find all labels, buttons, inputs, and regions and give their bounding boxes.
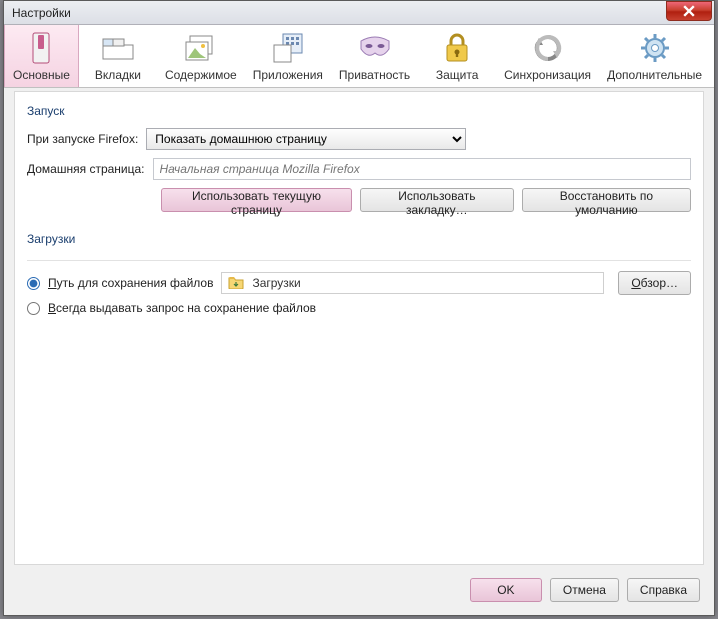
tab-content[interactable]: Содержимое — [157, 25, 245, 87]
gear-icon — [607, 31, 702, 65]
download-path-display: Загрузки — [221, 272, 604, 294]
title-bar: Настройки — [4, 1, 714, 25]
close-button[interactable] — [666, 1, 712, 21]
homepage-input[interactable] — [153, 158, 692, 180]
tab-label: Защита — [426, 65, 488, 82]
folder-icon — [228, 275, 244, 292]
tab-label: Дополнительные — [607, 65, 702, 82]
always-ask-radio[interactable] — [27, 302, 40, 315]
lock-icon — [426, 31, 488, 65]
tab-tabs[interactable]: Вкладки — [79, 25, 157, 87]
save-to-path-label: Путь для сохранения файлов — [48, 276, 213, 290]
use-current-page-button[interactable]: Использовать текущую страницу — [161, 188, 352, 212]
tab-label: Синхронизация — [504, 65, 591, 82]
tab-label: Основные — [13, 65, 70, 82]
applications-icon — [253, 31, 323, 65]
restore-default-button[interactable]: Восстановить по умолчанию — [522, 188, 691, 212]
tabs-icon — [87, 31, 149, 65]
tab-label: Вкладки — [87, 65, 149, 82]
divider — [27, 260, 691, 261]
mask-icon — [339, 31, 410, 65]
always-ask-label: Всегда выдавать запрос на сохранение фай… — [48, 301, 316, 315]
tab-label: Приватность — [339, 65, 410, 82]
tab-advanced[interactable]: Дополнительные — [599, 25, 710, 87]
tab-sync[interactable]: Синхронизация — [496, 25, 599, 87]
help-button[interactable]: Справка — [627, 578, 700, 602]
content-panel: Запуск При запуске Firefox: Показать дом… — [14, 91, 704, 565]
ok-button[interactable]: OK — [470, 578, 542, 602]
window-title: Настройки — [12, 6, 71, 20]
dialog-footer: OK Отмена Справка — [4, 565, 714, 615]
category-toolbar: Основные Вкладки Содержимое Приложения П… — [4, 25, 714, 88]
use-bookmark-button[interactable]: Использовать закладку… — [360, 188, 514, 212]
downloads-heading: Загрузки — [27, 230, 691, 256]
cancel-button[interactable]: Отмена — [550, 578, 619, 602]
tab-general[interactable]: Основные — [4, 25, 79, 87]
browse-button[interactable]: Обзор… — [618, 271, 691, 295]
homepage-label: Домашняя страница: — [27, 162, 145, 176]
tab-privacy[interactable]: Приватность — [331, 25, 418, 87]
sync-icon — [504, 31, 591, 65]
tab-applications[interactable]: Приложения — [245, 25, 331, 87]
switch-icon — [13, 31, 70, 65]
save-to-path-radio[interactable] — [27, 277, 40, 290]
tab-security[interactable]: Защита — [418, 25, 496, 87]
settings-window: Настройки Основные Вкладки Содержимое — [3, 0, 715, 616]
tab-label: Приложения — [253, 65, 323, 82]
startup-action-select[interactable]: Показать домашнюю страницу — [146, 128, 466, 150]
content-icon — [165, 31, 237, 65]
launch-label: При запуске Firefox: — [27, 132, 138, 146]
download-folder-value: Загрузки — [252, 276, 300, 290]
tab-label: Содержимое — [165, 65, 237, 82]
startup-heading: Запуск — [27, 102, 691, 128]
